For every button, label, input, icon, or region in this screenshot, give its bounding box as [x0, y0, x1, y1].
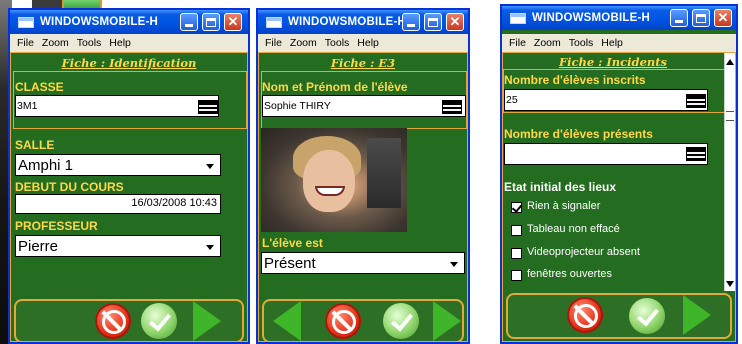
student-photo: [261, 128, 407, 232]
next-arrow-icon[interactable]: [433, 301, 461, 341]
option-rien-label: Rien à signaler: [527, 200, 601, 212]
name-input[interactable]: Sophie THIRY: [262, 95, 466, 117]
form-panel: Fiche : Identification CLASSE 3M1 SALLE …: [10, 52, 248, 342]
minimize-icon[interactable]: [670, 9, 688, 27]
form-heading: Fiche : Incidents: [558, 55, 668, 69]
option-videoprojecteur-label: Videoprojecteur absent: [527, 246, 640, 258]
salle-label: SALLE: [15, 138, 55, 152]
dropdown-arrow-icon: [450, 262, 458, 267]
keyboard-icon[interactable]: [686, 147, 706, 161]
maximize-icon[interactable]: [424, 13, 442, 31]
windows-icon: [510, 12, 526, 24]
inscrits-label: Nombre d'élèves inscrits: [504, 73, 646, 87]
window-incidents: WINDOWSMOBILE-H ✕ File Zoom Tools Help F…: [500, 4, 738, 344]
status-value: Présent: [264, 255, 316, 272]
window-title: WINDOWSMOBILE-H: [288, 16, 406, 28]
close-icon[interactable]: ✕: [714, 9, 732, 27]
maximize-icon[interactable]: [692, 9, 710, 27]
menu-zoom[interactable]: Zoom: [530, 37, 565, 49]
salle-value: Amphi 1: [18, 157, 74, 174]
scroll-thumb[interactable]: [726, 111, 734, 121]
presents-label: Nombre d'élèves présents: [504, 127, 653, 141]
menu-help[interactable]: Help: [353, 37, 383, 49]
option-tableau-label: Tableau non effacé: [527, 223, 620, 235]
menu-bar: File Zoom Tools Help: [258, 34, 468, 52]
back-arrow-icon[interactable]: [273, 301, 301, 341]
presents-input[interactable]: [504, 143, 708, 165]
minimize-icon[interactable]: [180, 13, 198, 31]
windows-icon: [266, 16, 282, 28]
option-fenetres-label: fenêtres ouvertes: [527, 268, 612, 280]
debut-label: DEBUT DU COURS: [15, 180, 124, 194]
close-icon[interactable]: ✕: [446, 13, 464, 31]
menu-tools[interactable]: Tools: [321, 37, 354, 49]
keyboard-icon[interactable]: [442, 100, 462, 114]
form-heading: Fiche : Identification: [61, 56, 197, 70]
stop-icon[interactable]: [325, 303, 361, 339]
title-bar: WINDOWSMOBILE-H ✕: [502, 6, 736, 30]
etat-label: Etat initial des lieux: [504, 180, 617, 194]
window-title: WINDOWSMOBILE-H: [40, 16, 158, 28]
classe-label: CLASSE: [15, 80, 64, 94]
keyboard-icon[interactable]: [686, 94, 706, 108]
classe-input[interactable]: 3M1: [15, 95, 219, 117]
menu-help[interactable]: Help: [597, 37, 627, 49]
menu-file[interactable]: File: [261, 37, 286, 49]
menu-file[interactable]: File: [505, 37, 530, 49]
checkbox-fenetres[interactable]: [511, 270, 522, 281]
inscrits-input[interactable]: 25: [504, 89, 708, 111]
salle-select[interactable]: Amphi 1: [15, 154, 221, 176]
checkmark-icon[interactable]: [629, 298, 665, 334]
stop-icon[interactable]: [567, 297, 603, 333]
stop-icon[interactable]: [95, 303, 131, 339]
menu-file[interactable]: File: [13, 37, 38, 49]
professeur-label: PROFESSEUR: [15, 219, 98, 233]
form-heading: Fiche : E3: [330, 56, 396, 70]
menu-tools[interactable]: Tools: [73, 37, 106, 49]
checkmark-icon[interactable]: [141, 303, 177, 339]
status-select[interactable]: Présent: [261, 252, 465, 274]
window-student: WINDOWSMOBILE-H ✕ File Zoom Tools Help F…: [256, 8, 470, 344]
checkmark-icon[interactable]: [383, 303, 419, 339]
checkbox-videoprojecteur[interactable]: [511, 248, 522, 259]
menu-zoom[interactable]: Zoom: [38, 37, 73, 49]
title-bar: WINDOWSMOBILE-H ✕: [10, 10, 248, 34]
menu-bar: File Zoom Tools Help: [502, 34, 736, 52]
menu-help[interactable]: Help: [105, 37, 135, 49]
next-arrow-icon[interactable]: [193, 301, 221, 341]
professeur-select[interactable]: Pierre: [15, 235, 221, 257]
windows-icon: [18, 16, 34, 28]
close-icon[interactable]: ✕: [224, 13, 242, 31]
menu-tools[interactable]: Tools: [565, 37, 598, 49]
debut-datetime-field[interactable]: 16/03/2008 10:43: [15, 194, 221, 214]
keyboard-icon[interactable]: [198, 100, 218, 114]
menu-zoom[interactable]: Zoom: [286, 37, 321, 49]
scroll-up-icon[interactable]: [726, 59, 734, 65]
status-label: L'élève est: [262, 236, 323, 250]
dropdown-arrow-icon: [206, 245, 214, 250]
background-device-part: [32, 0, 62, 8]
form-panel: Fiche : Incidents Nombre d'élèves inscri…: [502, 52, 736, 342]
professeur-value: Pierre: [18, 238, 59, 255]
next-arrow-icon[interactable]: [683, 295, 711, 335]
maximize-icon[interactable]: [202, 13, 220, 31]
dropdown-arrow-icon: [206, 164, 214, 169]
checkbox-tableau[interactable]: [511, 225, 522, 236]
scroll-down-icon[interactable]: [726, 281, 734, 287]
window-title: WINDOWSMOBILE-H: [532, 12, 650, 24]
minimize-icon[interactable]: [402, 13, 420, 31]
vertical-scrollbar[interactable]: [724, 53, 735, 291]
title-bar: WINDOWSMOBILE-H ✕: [258, 10, 468, 34]
form-panel: Fiche : E3 Nom et Prénom de l'élève Soph…: [258, 52, 468, 342]
name-label: Nom et Prénom de l'élève: [262, 80, 408, 94]
menu-bar: File Zoom Tools Help: [10, 34, 248, 52]
window-identification: WINDOWSMOBILE-H ✕ File Zoom Tools Help F…: [8, 8, 250, 344]
checkbox-rien[interactable]: [511, 202, 522, 213]
